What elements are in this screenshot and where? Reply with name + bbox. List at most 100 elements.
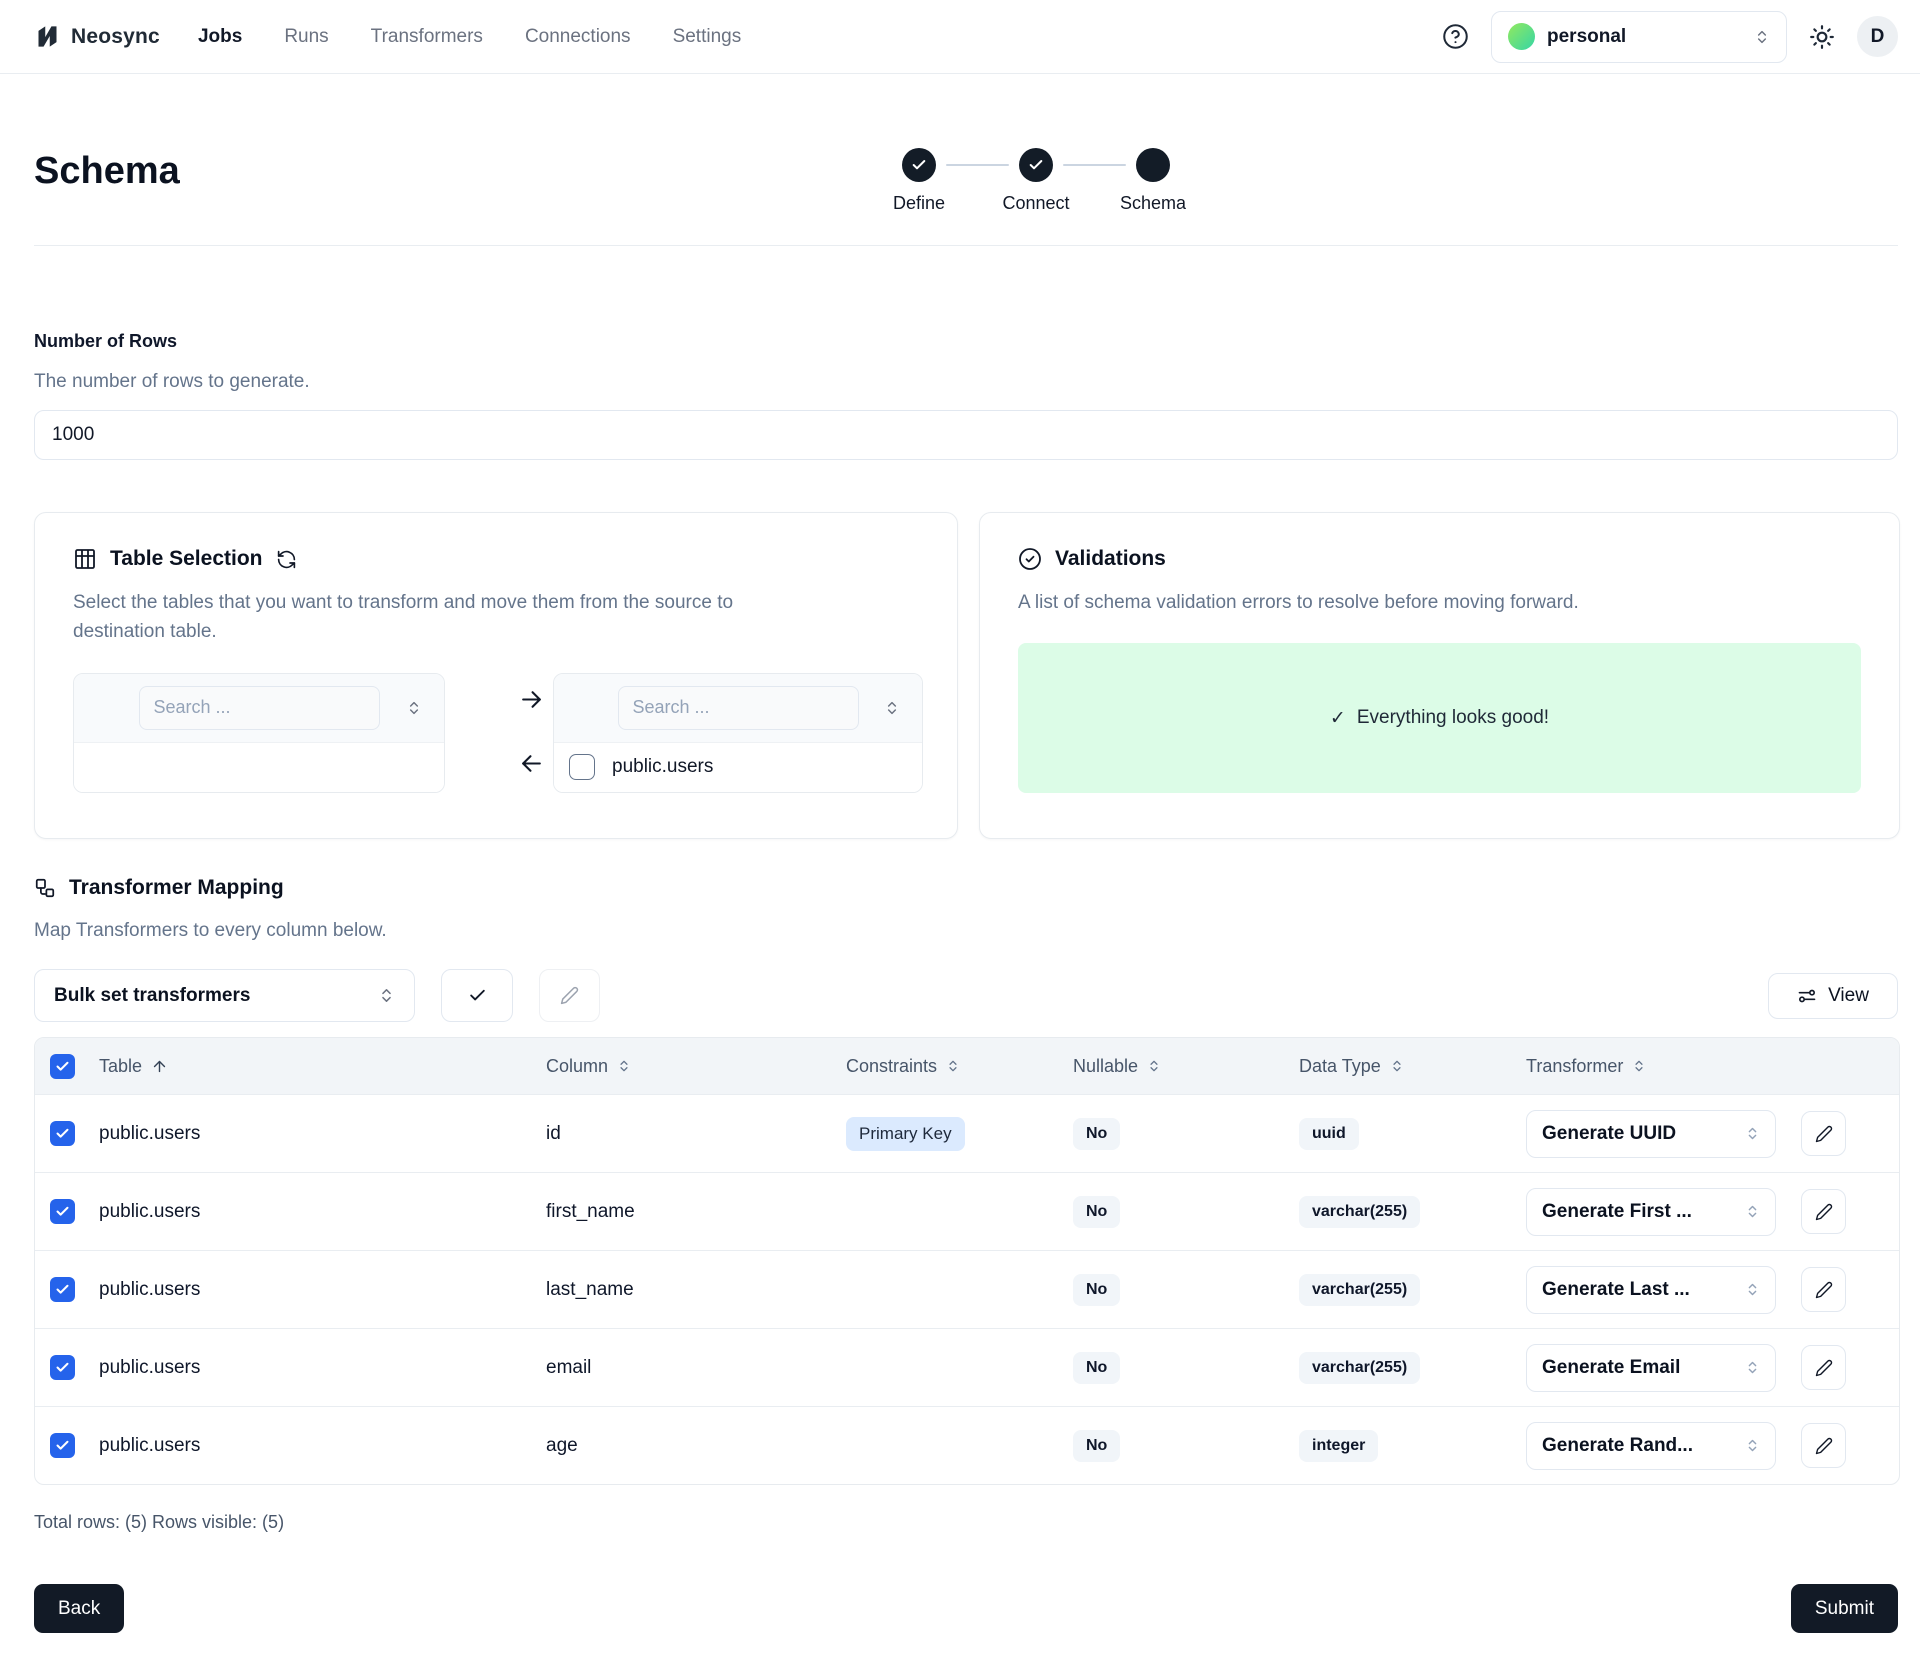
nullable-badge: No: [1073, 1352, 1120, 1384]
submit-button[interactable]: Submit: [1791, 1584, 1898, 1633]
edit-transformer-button[interactable]: [1801, 1189, 1846, 1234]
nullable-badge: No: [1073, 1430, 1120, 1462]
view-button[interactable]: View: [1768, 973, 1898, 1019]
source-list-empty: [74, 743, 444, 792]
cell-column: email: [546, 1357, 846, 1379]
back-button[interactable]: Back: [34, 1584, 124, 1633]
sort-updown-icon: [617, 1059, 631, 1073]
account-select[interactable]: personal: [1491, 11, 1787, 63]
check-icon: [468, 986, 487, 1005]
cell-table: public.users: [99, 1201, 546, 1223]
neosync-logo-icon: [34, 23, 61, 50]
pencil-icon: [1815, 1281, 1833, 1299]
move-right-arrow[interactable]: [519, 687, 544, 712]
transformer-select[interactable]: Generate Rand...: [1526, 1422, 1776, 1470]
cell-table: public.users: [99, 1279, 546, 1301]
edit-transformer-button[interactable]: [1801, 1267, 1846, 1312]
cell-column: id: [546, 1123, 846, 1145]
step-connect-indicator[interactable]: [1019, 148, 1053, 182]
row-checkbox[interactable]: [50, 1121, 75, 1146]
table-row: public.users first_name No varchar(255) …: [35, 1172, 1899, 1250]
bulk-set-transformers-select[interactable]: Bulk set transformers: [34, 969, 415, 1022]
source-listbox: [73, 673, 445, 793]
sort-updown-icon: [1390, 1059, 1404, 1073]
transformer-select[interactable]: Generate UUID: [1526, 1110, 1776, 1158]
check-icon: [55, 1126, 70, 1141]
step-define: Define: [874, 148, 964, 214]
edit-transformer-button[interactable]: [1801, 1423, 1846, 1468]
rows-count-input[interactable]: [34, 410, 1898, 460]
check-icon: [1028, 157, 1044, 173]
validations-title: Validations: [1055, 547, 1166, 571]
data-type-badge: uuid: [1299, 1118, 1359, 1150]
check-icon: [55, 1282, 70, 1297]
nav-item-connections[interactable]: Connections: [525, 26, 631, 48]
row-checkbox[interactable]: [50, 1433, 75, 1458]
dual-listbox: public.users: [73, 673, 919, 793]
header-nullable[interactable]: Nullable: [1073, 1056, 1299, 1077]
sort-updown-icon[interactable]: [406, 700, 422, 716]
help-button[interactable]: [1442, 23, 1469, 50]
row-checkbox[interactable]: [50, 1355, 75, 1380]
check-circle-icon: [1018, 547, 1042, 571]
pencil-icon: [1815, 1437, 1833, 1455]
header-column[interactable]: Column: [546, 1056, 846, 1077]
theme-toggle-button[interactable]: [1809, 24, 1835, 50]
chevrons-up-down-icon: [1745, 1438, 1760, 1453]
neosync-logo[interactable]: Neosync: [34, 23, 160, 50]
step-schema-label: Schema: [1108, 193, 1198, 214]
chevrons-up-down-icon: [378, 987, 395, 1004]
source-search-input[interactable]: [139, 686, 380, 730]
data-type-badge: integer: [1299, 1430, 1378, 1462]
select-all-checkbox[interactable]: [50, 1054, 75, 1079]
check-icon: [55, 1360, 70, 1375]
nav-item-jobs[interactable]: Jobs: [198, 26, 242, 48]
refresh-icon[interactable]: [276, 549, 297, 570]
table-selection-description: Select the tables that you want to trans…: [73, 588, 753, 647]
sort-updown-icon: [946, 1059, 960, 1073]
nav-item-runs[interactable]: Runs: [284, 26, 328, 48]
check-icon: [55, 1059, 70, 1074]
table-icon: [73, 547, 97, 571]
row-checkbox[interactable]: [50, 1199, 75, 1224]
edit-transformer-button[interactable]: [1801, 1345, 1846, 1390]
sort-updown-icon[interactable]: [884, 700, 900, 716]
transformer-select[interactable]: Generate First ...: [1526, 1188, 1776, 1236]
nav-item-transformers[interactable]: Transformers: [371, 26, 483, 48]
sliders-icon: [1797, 986, 1817, 1006]
step-connect: Connect: [991, 148, 1081, 214]
constraint-badge: Primary Key: [846, 1117, 965, 1151]
rows-field-label: Number of Rows: [34, 331, 177, 352]
destination-list-item[interactable]: public.users: [554, 743, 922, 792]
header-data-type[interactable]: Data Type: [1299, 1056, 1526, 1077]
apply-bulk-button[interactable]: [441, 969, 513, 1022]
success-check-icon: ✓: [1330, 707, 1346, 730]
destination-item-checkbox[interactable]: [569, 754, 595, 780]
pencil-icon: [1815, 1125, 1833, 1143]
header-table[interactable]: Table: [99, 1056, 546, 1077]
validation-success-banner: ✓ Everything looks good!: [1018, 643, 1861, 793]
table-row: public.users email No varchar(255) Gener…: [35, 1328, 1899, 1406]
step-define-indicator[interactable]: [902, 148, 936, 182]
mapping-table: Table Column Constraints Nullable Data T…: [34, 1037, 1900, 1485]
sort-updown-icon: [1147, 1059, 1161, 1073]
check-icon: [55, 1204, 70, 1219]
nav-item-settings[interactable]: Settings: [673, 26, 742, 48]
bulk-select-label: Bulk set transformers: [54, 985, 250, 1007]
step-schema: Schema: [1108, 148, 1198, 214]
header-transformer[interactable]: Transformer: [1526, 1056, 1801, 1077]
row-checkbox[interactable]: [50, 1277, 75, 1302]
transformer-select[interactable]: Generate Email: [1526, 1344, 1776, 1392]
edit-bulk-button[interactable]: [539, 969, 600, 1022]
transformer-select[interactable]: Generate Last ...: [1526, 1266, 1776, 1314]
step-schema-indicator[interactable]: [1136, 148, 1170, 182]
account-label: personal: [1547, 26, 1626, 48]
pencil-icon: [560, 986, 579, 1005]
destination-search-input[interactable]: [618, 686, 859, 730]
header-constraints[interactable]: Constraints: [846, 1056, 1073, 1077]
check-icon: [911, 157, 927, 173]
edit-transformer-button[interactable]: [1801, 1111, 1846, 1156]
move-left-arrow[interactable]: [519, 751, 544, 776]
table-row: public.users id Primary Key No uuid Gene…: [35, 1094, 1899, 1172]
user-avatar[interactable]: D: [1857, 16, 1898, 57]
